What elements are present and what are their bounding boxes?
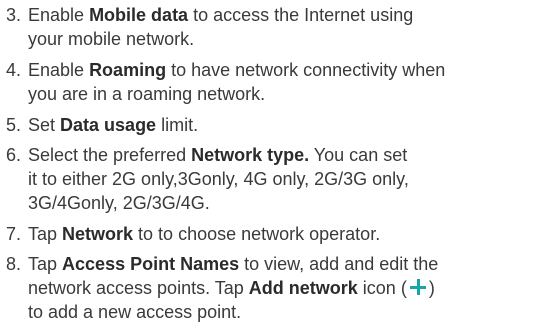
step-line: 3G/4Gonly, 2G/3G/4G. <box>28 191 558 215</box>
step-text: Select the preferred Network type. You c… <box>28 143 558 215</box>
text-run: limit. <box>156 115 199 135</box>
text-run: it to either 2G only,3Gonly, 4G only, 2G… <box>28 169 409 189</box>
text-run: Tap <box>28 254 63 274</box>
step-text: Tap Access Point Names to view, add and … <box>28 252 558 324</box>
step-line: Tap Access Point Names to view, add and … <box>28 252 558 276</box>
text-run: 3G/4Gonly, 2G/3G/4G. <box>28 193 210 213</box>
bold-term: Network <box>62 224 134 244</box>
text-run: to to choose network operator. <box>133 224 381 244</box>
step-number: 3. <box>6 5 22 25</box>
step-number: 6. <box>6 145 22 165</box>
step-text: Enable Mobile data to access the Interne… <box>28 3 558 51</box>
text-run: icon ( <box>357 278 407 298</box>
step-line: you are in a roaming network. <box>28 82 558 106</box>
text-run: to view, add and edit the <box>239 254 439 274</box>
instruction-steps: 3. Enable Mobile data to access the Inte… <box>0 0 560 332</box>
step-text: Set Data usage limit. <box>28 113 558 137</box>
text-run: to have network connectivity when <box>166 60 446 80</box>
text-run: to access the Internet using <box>188 5 414 25</box>
text-run: Enable <box>28 60 90 80</box>
text-run: You can set <box>309 145 408 165</box>
text-run: Enable <box>28 5 90 25</box>
text-run: network access points. Tap <box>28 278 249 298</box>
step-text: Tap Network to to choose network operato… <box>28 222 558 246</box>
text-run: ) <box>428 278 435 298</box>
step-text: Enable Roaming to have network connectiv… <box>28 58 558 106</box>
step-line: to add a new access point. <box>28 300 558 324</box>
text-run: Set <box>28 115 61 135</box>
text-run: you are in a roaming network. <box>28 84 266 104</box>
step-line: network access points. Tap Add network i… <box>28 276 558 300</box>
bold-term: Data usage <box>60 115 157 135</box>
bold-term: Access Point Names <box>62 254 240 274</box>
step-number: 7. <box>6 224 22 244</box>
step-number: 4. <box>6 60 22 80</box>
bold-term: Roaming <box>89 60 167 80</box>
step-line: Enable Mobile data to access the Interne… <box>28 3 558 27</box>
text-run: your mobile network. <box>28 29 195 49</box>
text-run: Select the preferred <box>28 145 192 165</box>
step-line: Select the preferred Network type. You c… <box>28 143 558 167</box>
plus-icon <box>409 279 426 295</box>
step-number: 5. <box>6 115 22 135</box>
text-run: to add a new access point. <box>28 302 242 322</box>
step-line: Tap Network to to choose network operato… <box>28 222 558 246</box>
step-line: Set Data usage limit. <box>28 113 558 137</box>
bold-term: Network type. <box>191 145 310 165</box>
step-line: your mobile network. <box>28 27 558 51</box>
step-number: 8. <box>6 254 22 274</box>
step-line: Enable Roaming to have network connectiv… <box>28 58 558 82</box>
step-line: it to either 2G only,3Gonly, 4G only, 2G… <box>28 167 558 191</box>
text-run: Tap <box>28 224 63 244</box>
bold-term: Add network <box>248 278 358 298</box>
bold-term: Mobile data <box>89 5 189 25</box>
